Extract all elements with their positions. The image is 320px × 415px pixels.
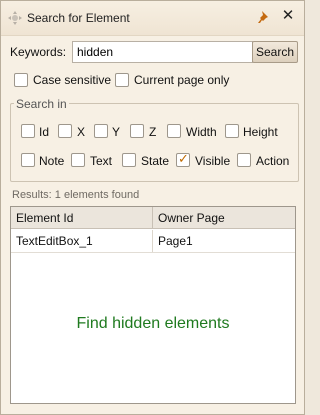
results-table: Element Id Owner Page TextEditBox_1 Page… (10, 206, 296, 404)
column-header-element-id[interactable]: Element Id (11, 207, 153, 229)
field-y-label: Y (112, 125, 121, 139)
current-page-only-label: Current page only (134, 73, 230, 87)
field-z-checkbox[interactable] (130, 124, 144, 138)
field-height-checkbox[interactable] (225, 124, 239, 138)
field-y-checkbox[interactable] (94, 124, 108, 138)
field-text-label: Text (90, 154, 113, 168)
window-title: Search for Element (27, 11, 130, 25)
close-icon[interactable]: ✕ (281, 8, 295, 23)
field-z-label: Z (149, 125, 157, 139)
search-panel: Search for Element ✕ Keywords: Search Ca… (0, 0, 305, 415)
field-action-label: Action (256, 154, 290, 168)
field-width-checkbox[interactable] (167, 124, 181, 138)
field-note-checkbox[interactable] (21, 153, 35, 167)
field-height-label: Height (243, 125, 278, 139)
current-page-only-checkbox[interactable] (115, 73, 129, 87)
field-text-checkbox[interactable] (71, 153, 85, 167)
case-sensitive-label: Case sensitive (33, 73, 112, 87)
field-id-checkbox[interactable] (21, 124, 35, 138)
case-sensitive-checkbox[interactable] (14, 73, 28, 87)
results-message: Find hidden elements (76, 315, 230, 332)
field-x-checkbox[interactable] (58, 124, 72, 138)
field-state-checkbox[interactable] (122, 153, 136, 167)
field-note-label: Note (39, 154, 65, 168)
cell-element-id[interactable]: TextEditBox_1 (11, 230, 153, 252)
keywords-input[interactable] (72, 41, 253, 63)
field-visible-checkbox[interactable] (176, 151, 190, 167)
search-in-group (10, 103, 299, 182)
pin-icon[interactable] (257, 10, 271, 24)
results-summary: Results: 1 elements found (12, 189, 140, 201)
field-x-label: X (77, 125, 86, 139)
field-visible-label: Visible (195, 154, 231, 168)
field-id-label: Id (39, 125, 50, 139)
field-width-label: Width (186, 125, 217, 139)
cell-owner-page[interactable]: Page1 (153, 230, 295, 252)
field-action-checkbox[interactable] (237, 153, 251, 167)
column-header-owner-page[interactable]: Owner Page (153, 207, 295, 229)
search-in-legend: Search in (14, 97, 69, 111)
move-icon[interactable] (7, 10, 23, 26)
field-state-label: State (141, 154, 170, 168)
keywords-label: Keywords: (10, 45, 67, 59)
search-button[interactable]: Search (252, 41, 298, 63)
title-bar[interactable]: Search for Element ✕ (1, 1, 304, 36)
